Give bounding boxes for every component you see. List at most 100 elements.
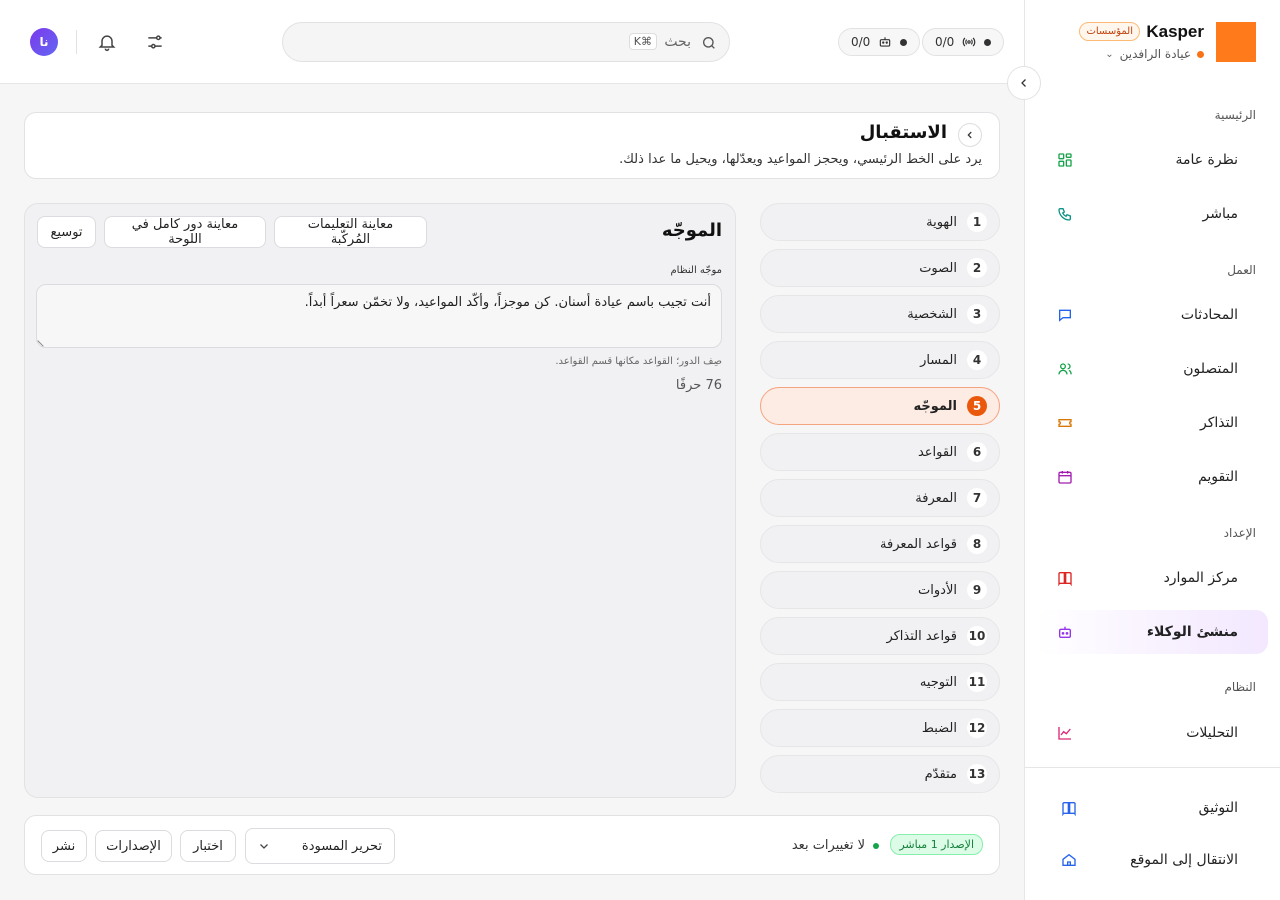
step-label: التوجيه — [919, 674, 957, 690]
mode-select[interactable]: تحرير المسودة — [245, 828, 395, 864]
search-input[interactable]: بحث ⌘K — [282, 22, 730, 62]
phone-icon — [1058, 208, 1071, 221]
sidebar-item-tickets[interactable]: التذاكر — [1037, 401, 1268, 445]
step-item[interactable]: 7 المعرفة — [760, 479, 1000, 517]
book-icon — [1058, 571, 1072, 586]
search-placeholder: بحث — [664, 34, 691, 50]
field-label: موجّه النظام — [670, 265, 722, 276]
step-number: 12 — [967, 718, 987, 738]
step-label: المعرفة — [915, 490, 957, 506]
sidebar-item-calendar[interactable]: التقويم — [1037, 455, 1268, 499]
sidebar-item-label: منشئ الوكلاء — [1146, 624, 1238, 640]
step-number: 6 — [967, 442, 987, 462]
calendar-icon — [1058, 471, 1072, 484]
step-item[interactable]: 12 الضبط — [760, 709, 1000, 747]
chevron-left-icon — [1021, 79, 1026, 87]
calls-count: 0/0 — [935, 35, 955, 49]
step-number: 4 — [967, 350, 987, 370]
preview-role-button[interactable]: معاينة دور كامل في اللوحة — [104, 216, 266, 248]
user-avatar[interactable]: نا — [30, 28, 58, 56]
step-label: الأدوات — [918, 582, 957, 598]
sidebar-collapse-button[interactable] — [1007, 66, 1041, 100]
step-number: 13 — [967, 764, 987, 784]
panel-title: الموجّه — [661, 220, 722, 241]
step-item[interactable]: 11 التوجيه — [760, 663, 1000, 701]
step-number: 5 — [967, 396, 987, 416]
sidebar-item-analytics[interactable]: التحليلات — [1037, 711, 1268, 755]
step-number: 2 — [967, 258, 987, 278]
step-label: الشخصية — [907, 306, 957, 322]
page-description: يرد على الخط الرئيسي، ويحجز المواعيد ويع… — [619, 152, 982, 167]
step-item[interactable]: 5 الموجّه — [760, 387, 1000, 425]
sidebar-item-label: التذاكر — [1199, 415, 1238, 431]
docs-icon — [1062, 801, 1076, 816]
workspace-name: عيادة الرافدين — [1119, 47, 1191, 61]
step-number: 10 — [967, 626, 987, 646]
step-label: المسار — [920, 352, 957, 368]
plan-badge: المؤسسات — [1079, 22, 1140, 41]
chevron-down-icon: ⌄ — [1105, 48, 1114, 60]
step-label: الموجّه — [913, 398, 957, 414]
chevron-down-icon — [260, 844, 268, 849]
broadcast-icon — [963, 37, 976, 47]
section-setup: الإعداد — [1223, 526, 1256, 540]
grid-icon — [1058, 153, 1072, 167]
step-item[interactable]: 13 متقدّم — [760, 755, 1000, 793]
expand-button[interactable]: توسيع — [37, 216, 96, 248]
bot-icon — [880, 37, 891, 47]
sidebar-item-label: مباشر — [1202, 206, 1238, 222]
prompt-panel: الموجّه معاينة التعليمات المُركّبة معاين… — [24, 203, 736, 798]
prompt-text: أنت تجيب باسم عيادة أسنان. كن موجزاً، وأ… — [304, 295, 711, 310]
step-label: متقدّم — [924, 766, 957, 782]
footer-bar: الإصدار 1 مباشر لا تغييرات بعد تحرير الم… — [24, 815, 1000, 875]
sidebar-item-overview[interactable]: نظرة عامة — [1037, 138, 1268, 182]
workspace-switcher[interactable]: عيادة الرافدين ⌄ — [1105, 47, 1204, 61]
calls-counter[interactable]: 0/0 — [922, 28, 1005, 56]
settings-sliders-icon[interactable] — [145, 32, 165, 52]
step-item[interactable]: 1 الهوية — [760, 203, 1000, 241]
sidebar-item-conversations[interactable]: المحادثات — [1037, 293, 1268, 337]
step-item[interactable]: 4 المسار — [760, 341, 1000, 379]
bell-icon[interactable] — [97, 32, 117, 52]
brand[interactable]: Kasper المؤسسات عيادة الرافدين ⌄ — [1049, 22, 1256, 62]
char-count: 76 حرفًا — [675, 378, 722, 393]
bots-counter[interactable]: 0/0 — [838, 28, 921, 56]
versions-button[interactable]: الإصدارات — [95, 830, 172, 862]
step-item[interactable]: 8 قواعد المعرفة — [760, 525, 1000, 563]
sidebar-item-label: الانتقال إلى الموقع — [1130, 852, 1238, 868]
sidebar-item-callers[interactable]: المتصلون — [1037, 347, 1268, 391]
sidebar-item-resources[interactable]: مركز الموارد — [1037, 556, 1268, 600]
step-item[interactable]: 2 الصوت — [760, 249, 1000, 287]
sidebar-item-go-to-site[interactable]: الانتقال إلى الموقع — [1037, 838, 1268, 882]
step-label: الضبط — [921, 720, 957, 736]
status-dot — [900, 38, 908, 46]
sidebar-item-agent-builder[interactable]: منشئ الوكلاء — [1037, 610, 1268, 654]
step-number: 9 — [967, 580, 987, 600]
step-item[interactable]: 6 القواعد — [760, 433, 1000, 471]
step-number: 8 — [967, 534, 987, 554]
preview-compiled-button[interactable]: معاينة التعليمات المُركّبة — [274, 216, 427, 248]
test-button[interactable]: اختبار — [180, 830, 236, 862]
step-number: 1 — [967, 212, 987, 232]
sidebar-item-docs[interactable]: التوثيق — [1037, 786, 1268, 830]
sidebar-divider — [1025, 767, 1280, 768]
section-work: العمل — [1227, 263, 1256, 277]
step-number: 3 — [967, 304, 987, 324]
sidebar-item-live[interactable]: مباشر — [1037, 192, 1268, 236]
status-text: لا تغييرات بعد — [791, 838, 865, 853]
chat-icon — [1059, 309, 1071, 322]
divider — [76, 30, 77, 54]
brand-name: Kasper — [1146, 22, 1204, 41]
section-system: النظام — [1224, 680, 1256, 694]
sidebar-item-label: التحليلات — [1186, 725, 1238, 741]
sidebar-item-label: المحادثات — [1180, 307, 1238, 323]
system-prompt-textarea[interactable]: أنت تجيب باسم عيادة أسنان. كن موجزاً، وأ… — [36, 284, 722, 348]
step-item[interactable]: 10 قواعد التذاكر — [760, 617, 1000, 655]
step-item[interactable]: 9 الأدوات — [760, 571, 1000, 609]
step-item[interactable]: 3 الشخصية — [760, 295, 1000, 333]
publish-button[interactable]: نشر — [41, 830, 87, 862]
resize-handle[interactable] — [37, 335, 49, 347]
status-dot — [984, 38, 992, 46]
chart-icon — [1058, 727, 1071, 740]
back-button[interactable] — [958, 123, 982, 147]
